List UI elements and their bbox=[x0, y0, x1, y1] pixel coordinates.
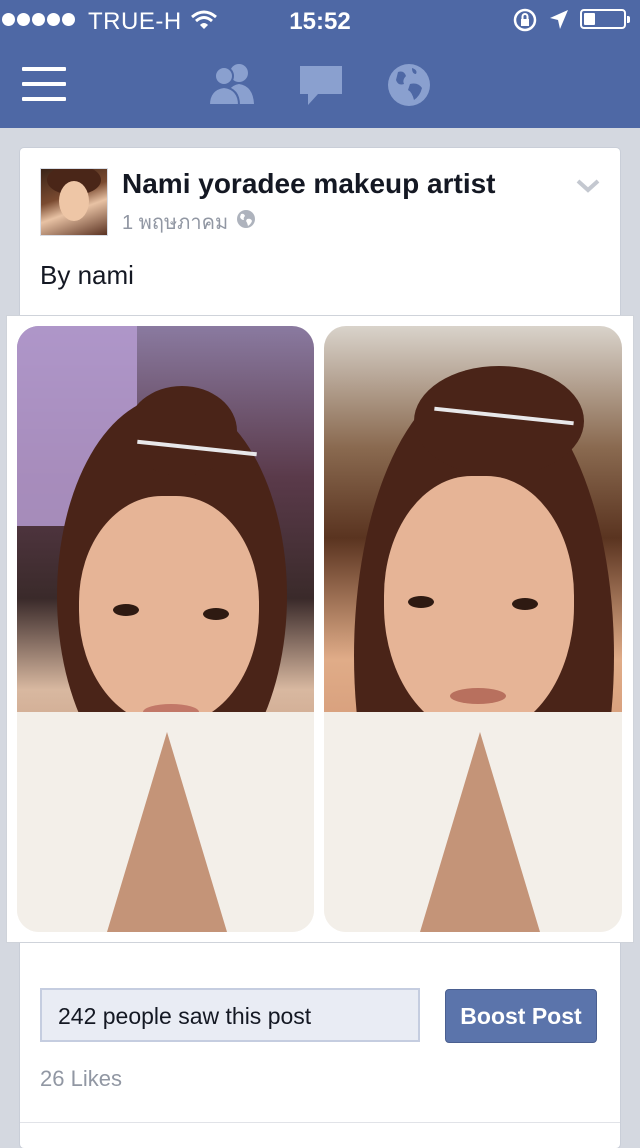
likes-count[interactable]: 26 Likes bbox=[40, 1066, 122, 1092]
status-bar: TRUE-H 15:52 bbox=[0, 0, 640, 40]
post-reach-box[interactable]: 242 people saw this post bbox=[40, 988, 420, 1042]
globe-icon[interactable] bbox=[386, 62, 432, 113]
friends-icon[interactable] bbox=[206, 62, 258, 111]
chevron-down-icon[interactable] bbox=[576, 178, 600, 199]
status-time: 15:52 bbox=[289, 8, 351, 35]
post-text: By nami bbox=[40, 260, 134, 290]
nav-bar bbox=[0, 40, 640, 128]
public-globe-icon bbox=[236, 209, 256, 235]
battery-icon bbox=[580, 9, 630, 29]
rotation-lock-icon bbox=[513, 8, 539, 39]
location-arrow-icon bbox=[548, 8, 570, 39]
after-photo bbox=[324, 326, 622, 932]
author-name[interactable]: Nami yoradee makeup artist bbox=[122, 168, 496, 200]
divider bbox=[20, 1122, 620, 1123]
author-avatar[interactable] bbox=[40, 168, 108, 236]
menu-icon[interactable] bbox=[22, 67, 66, 101]
boost-post-button[interactable]: Boost Post bbox=[445, 989, 597, 1043]
post-photo[interactable] bbox=[7, 316, 633, 942]
post-date[interactable]: 1 พฤษภาคม bbox=[122, 206, 228, 238]
messages-icon[interactable] bbox=[298, 62, 344, 113]
before-photo bbox=[17, 326, 314, 932]
top-bar: TRUE-H 15:52 bbox=[0, 0, 640, 128]
post-meta: 1 พฤษภาคม bbox=[122, 206, 256, 238]
